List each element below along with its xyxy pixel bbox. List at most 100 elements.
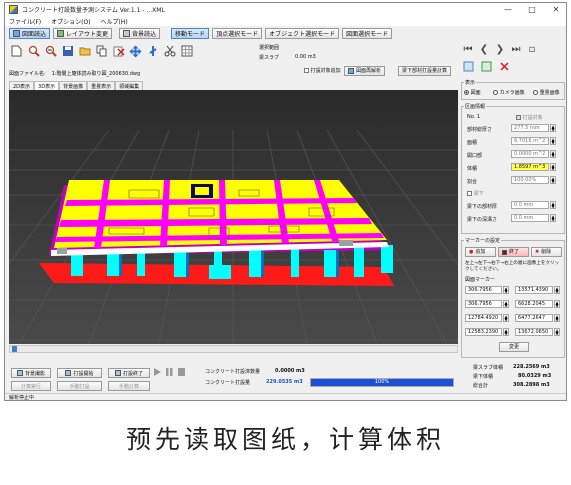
- manual-calc-button[interactable]: 手動計算: [108, 381, 150, 391]
- pour-start-button[interactable]: 打設開始: [57, 368, 102, 378]
- display-option-camera[interactable]: カメラ画像: [493, 89, 525, 96]
- clear-tool-icon[interactable]: [497, 59, 512, 74]
- beam-depth-field[interactable]: 0.0 mm: [511, 214, 549, 222]
- summary-value-total: 308.2898 m3: [513, 382, 550, 388]
- volume-field[interactable]: 1.8597 m^3: [511, 163, 549, 171]
- tab-region-edit[interactable]: 領域編集: [115, 81, 144, 90]
- refresh-tool-icon[interactable]: [479, 59, 494, 74]
- beam-thickness-field[interactable]: 0.0 mm: [511, 201, 549, 209]
- window-icon[interactable]: ▫: [525, 43, 539, 55]
- copy-icon[interactable]: [94, 44, 109, 59]
- marker-2-x[interactable]: 306.7956: [465, 300, 502, 308]
- marker-4-y-spinner[interactable]: ▲ ▼: [554, 328, 560, 336]
- 3d-viewport[interactable]: [9, 90, 458, 344]
- row-label-thickness: 部材総厚さ: [467, 127, 493, 133]
- zoom-in-icon[interactable]: [26, 44, 41, 59]
- menu-options[interactable]: オプション(O): [51, 17, 90, 26]
- marker-2-x-spinner[interactable]: ▲ ▼: [503, 300, 509, 308]
- select-tool-icon[interactable]: [461, 59, 476, 74]
- play-icon[interactable]: [153, 367, 162, 379]
- menu-file[interactable]: ファイル(F): [9, 17, 41, 26]
- pause-icon[interactable]: [165, 367, 174, 379]
- tab-3d[interactable]: 3D表示: [34, 81, 60, 90]
- tab-overlay[interactable]: 重畳表示: [87, 81, 116, 90]
- marker-1-x-spinner[interactable]: ▲ ▼: [503, 286, 509, 294]
- camera-icon: [16, 370, 23, 376]
- tab-2d[interactable]: 2D表示: [9, 81, 35, 90]
- marker-4-x-spinner[interactable]: ▲ ▼: [503, 328, 509, 336]
- image-icon: [123, 30, 131, 37]
- first-icon[interactable]: ⏮: [461, 43, 475, 55]
- bg-capture-button[interactable]: 背景撮影: [11, 368, 51, 378]
- marker-2-y[interactable]: 6628.2045: [515, 300, 553, 308]
- beam-depth-spinner[interactable]: ▲ ▼: [550, 214, 556, 222]
- save-icon[interactable]: [60, 44, 75, 59]
- background-load-label: 背景読込: [132, 31, 157, 38]
- display-option-drawing[interactable]: 図面: [464, 89, 481, 96]
- pour-target-region-checkbox[interactable]: 打設対象: [516, 114, 543, 121]
- thickness-field[interactable]: 277.5 mm: [511, 124, 549, 132]
- mode-object-button[interactable]: オブジェクト選択モード: [265, 28, 340, 39]
- beam-slab-label: 梁スラブ: [259, 55, 280, 61]
- stop-square-icon: [502, 249, 507, 255]
- under-beam-checkbox[interactable]: 梁下: [467, 190, 484, 197]
- marker-change-button[interactable]: 変更: [499, 342, 529, 352]
- opening-field[interactable]: 0.0000 m^2: [511, 150, 549, 158]
- marker-4-y[interactable]: 13672.0650: [515, 328, 553, 336]
- layout-change-button[interactable]: レイアウト変更: [53, 28, 113, 39]
- prev-icon[interactable]: ❮: [477, 43, 491, 55]
- maximize-icon[interactable]: □: [520, 3, 544, 16]
- tab-background[interactable]: 背景画像: [59, 81, 88, 90]
- beam-thickness-spinner[interactable]: ▲ ▼: [550, 201, 556, 209]
- area-field[interactable]: 6.7016 m^2: [511, 137, 549, 145]
- timeline-scroll-thumb[interactable]: [12, 346, 17, 352]
- display-option-overlay[interactable]: 重畳画像: [533, 89, 560, 96]
- marker-1-y[interactable]: 13571.4390: [515, 286, 553, 294]
- stop-icon[interactable]: [177, 367, 186, 379]
- minimize-icon[interactable]: —: [496, 3, 520, 16]
- timeline-scrollbar[interactable]: [9, 345, 458, 353]
- marker-1-y-spinner[interactable]: ▲ ▼: [554, 286, 560, 294]
- area-spinner[interactable]: ▲ ▼: [550, 137, 556, 145]
- ratio-field[interactable]: 100.00%: [511, 176, 549, 184]
- mode-move-button[interactable]: 移動モード: [171, 28, 210, 39]
- next-icon[interactable]: ❯: [493, 43, 507, 55]
- menu-bar: ファイル(F) オプション(O) ヘルプ(H): [5, 16, 566, 26]
- marker-3-y[interactable]: 6477.2647: [515, 314, 553, 322]
- pour-end-button[interactable]: 打設終了: [108, 368, 150, 378]
- row-label-ratio: 割合: [467, 179, 478, 185]
- rotate-icon[interactable]: [145, 44, 160, 59]
- building-model: [39, 180, 394, 286]
- drawing-load-button[interactable]: 図面読込: [9, 28, 51, 39]
- opening-spinner[interactable]: ▲ ▼: [550, 150, 556, 158]
- volume-spinner[interactable]: ▲ ▼: [550, 163, 556, 171]
- delete-icon[interactable]: [111, 44, 126, 59]
- calc-run-button[interactable]: 計算実行: [11, 381, 51, 391]
- marker-3-y-spinner[interactable]: ▲ ▼: [554, 314, 560, 322]
- marker-1-x[interactable]: 306.7956: [465, 286, 502, 294]
- close-icon[interactable]: ✕: [544, 3, 566, 16]
- menu-help[interactable]: ヘルプ(H): [101, 17, 128, 26]
- marker-end-button[interactable]: 終了: [498, 247, 529, 257]
- marker-3-x[interactable]: 12784.4920: [465, 314, 502, 322]
- background-load-button[interactable]: 背景読込: [119, 28, 161, 39]
- marker-instructions: 左上→左下→右下→右上の順に画像上をクリックしてください。: [465, 261, 560, 272]
- thickness-spinner[interactable]: ▲ ▼: [550, 124, 556, 132]
- cut-icon[interactable]: [162, 44, 177, 59]
- new-file-icon[interactable]: [9, 44, 24, 59]
- mode-drawing-button[interactable]: 図面選択モード: [342, 28, 393, 39]
- last-icon[interactable]: ⏭: [509, 43, 523, 55]
- marker-delete-button[interactable]: ✖ 削除: [531, 247, 562, 257]
- ratio-spinner[interactable]: ▲ ▼: [550, 176, 556, 184]
- summary-value-slab: 228.2569 m3: [513, 364, 550, 370]
- marker-3-x-spinner[interactable]: ▲ ▼: [503, 314, 509, 322]
- marker-4-x[interactable]: 12583.2390: [465, 328, 502, 336]
- move-icon[interactable]: [128, 44, 143, 59]
- zoom-out-icon[interactable]: [43, 44, 58, 59]
- mode-vertex-button[interactable]: 頂点選択モード: [212, 28, 263, 39]
- grid-icon[interactable]: [179, 44, 194, 59]
- marker-2-y-spinner[interactable]: ▲ ▼: [554, 300, 560, 308]
- open-folder-icon[interactable]: [77, 44, 92, 59]
- marker-add-button[interactable]: ● 追加: [465, 247, 496, 257]
- manual-pour-button[interactable]: 手動打設: [57, 381, 102, 391]
